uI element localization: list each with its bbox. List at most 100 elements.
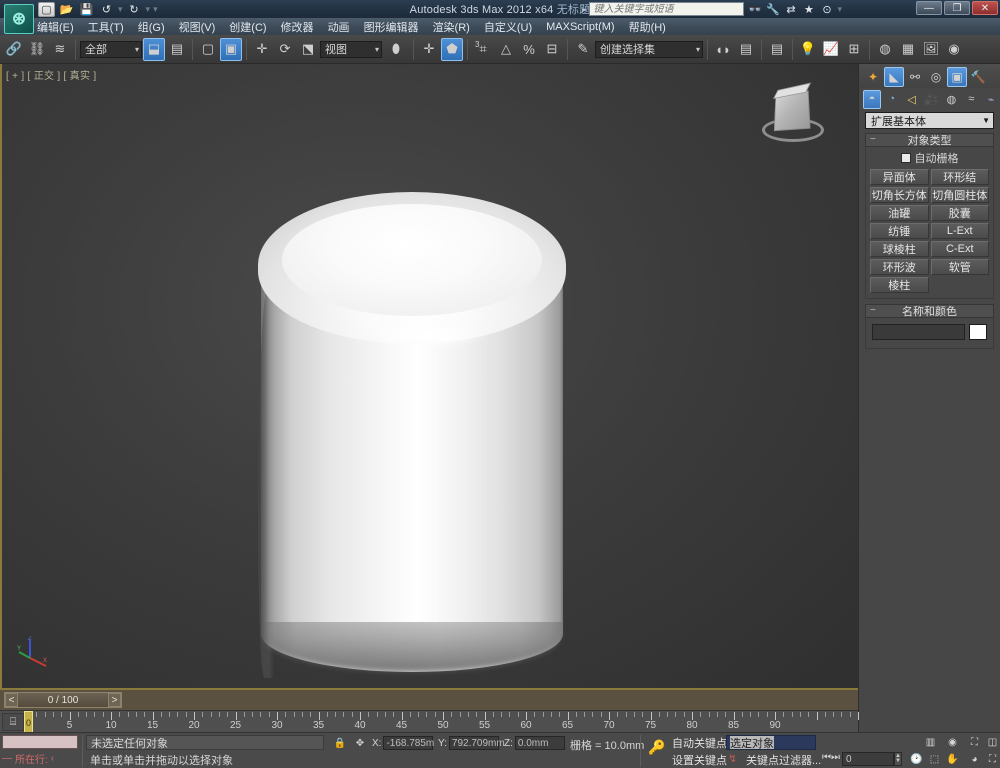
menu-modifiers[interactable]: 修改器 <box>274 18 321 36</box>
view-cube-box[interactable] <box>773 82 812 132</box>
selected-object-field[interactable]: 选定对象 <box>726 735 816 750</box>
open-mini-curve-editor-icon[interactable]: ⌸ <box>2 713 24 731</box>
set-key-button[interactable]: 设置关键点 <box>672 752 727 768</box>
menu-group[interactable]: 组(G) <box>131 18 172 36</box>
coordinate-z-value[interactable]: 0.0mm <box>514 736 565 750</box>
create-tab[interactable]: ✦ <box>863 67 883 87</box>
object-color-swatch[interactable] <box>969 324 987 340</box>
menu-graph-editors[interactable]: 图形编辑器 <box>357 18 426 36</box>
object-button-c-ext[interactable]: C-Ext <box>930 241 989 257</box>
time-configuration-icon[interactable]: 🕑 <box>908 752 925 767</box>
hierarchy-tab[interactable]: ⚯ <box>905 67 925 87</box>
time-slider-bar[interactable]: < 0 / 100 > <box>0 690 858 710</box>
current-frame-input[interactable]: 0 <box>842 752 894 766</box>
maxscript-output-field[interactable] <box>2 735 78 749</box>
display-tab[interactable]: ▣ <box>947 67 967 87</box>
align-icon[interactable]: ▤ <box>735 38 757 61</box>
viewport-label[interactable]: [ + ] [ 正交 ] [ 真实 ] <box>6 67 96 82</box>
window-crossing-toggle-icon[interactable]: ▣ <box>220 37 242 61</box>
zoom-region-icon[interactable]: ▥ <box>922 735 939 750</box>
frame-spinner[interactable]: ▲ ▼ <box>894 752 902 766</box>
space-warps-category-icon[interactable]: ≈ <box>962 90 980 109</box>
time-slider-handle[interactable]: < 0 / 100 > <box>4 692 122 708</box>
modify-tab[interactable]: ◣ <box>884 67 904 87</box>
object-button-chamfer-cylinder[interactable]: 切角圆柱体 <box>930 187 989 203</box>
autogrid-checkbox[interactable] <box>900 153 911 163</box>
object-button-gengon[interactable]: 球棱柱 <box>870 241 929 257</box>
helpers-category-icon[interactable]: ◍ <box>942 90 960 109</box>
maxscript-mini-listener[interactable]: — 所在行: ‹ <box>0 733 80 768</box>
coordinate-x[interactable]: X: -168.785m <box>372 736 434 750</box>
search-input[interactable] <box>589 2 745 16</box>
orbit-icon[interactable]: ◕ <box>966 752 983 767</box>
help-circle-icon[interactable]: ⊙ <box>819 2 834 16</box>
selection-lock-icon[interactable]: 🔒 <box>332 736 348 750</box>
wrench-icon[interactable]: 🔧 <box>765 2 780 16</box>
bind-to-space-warp-icon[interactable]: ≋ <box>49 38 71 61</box>
menu-maxscript[interactable]: MAXScript(M) <box>539 20 621 34</box>
selection-filter-dropdown[interactable]: 全部 ▾ <box>80 40 142 58</box>
coordinate-y[interactable]: Y: 792.709mm <box>438 736 505 750</box>
key-mode-toggle-icon[interactable]: ⬚ <box>926 752 943 767</box>
material-editor-icon[interactable]: ◍ <box>874 38 896 61</box>
maxscript-input-field[interactable]: — 所在行: ‹ <box>2 751 78 766</box>
menu-customize[interactable]: 自定义(U) <box>477 18 539 36</box>
select-object-icon[interactable]: ⬓ <box>143 37 165 61</box>
select-by-name-icon[interactable]: ▤ <box>166 38 188 61</box>
object-name-field[interactable] <box>872 324 965 340</box>
object-button-capsule[interactable]: 胶囊 <box>930 205 989 221</box>
menu-animation[interactable]: 动画 <box>321 18 357 36</box>
geometry-category-icon[interactable]: ◓ <box>863 89 881 109</box>
coordinate-y-value[interactable]: 792.709mm <box>448 736 505 750</box>
layer-manager-icon[interactable]: ▤ <box>766 38 788 61</box>
angle-snap-toggle-icon[interactable]: △ <box>495 38 517 61</box>
render-setup-icon[interactable]: ▦ <box>897 38 919 61</box>
object-button-oil-tank[interactable]: 油罐 <box>870 205 929 221</box>
collapse-icon[interactable]: − <box>870 134 876 145</box>
systems-category-icon[interactable]: ⌁ <box>982 90 1000 109</box>
maximize-button[interactable]: ❐ <box>944 1 970 15</box>
menu-tools[interactable]: 工具(T) <box>81 18 131 36</box>
menu-edit[interactable]: 编辑(E) <box>30 18 81 36</box>
previous-frame-arrow[interactable]: < <box>5 693 18 707</box>
set-key-arrow-icon[interactable]: ↯ <box>728 752 737 765</box>
object-type-rollout-header[interactable]: − 对象类型 <box>865 133 994 147</box>
reference-coordinate-dropdown[interactable]: 视图 ▾ <box>320 40 382 58</box>
view-cube[interactable] <box>756 82 828 148</box>
schematic-view-icon[interactable]: ⊞ <box>843 38 865 61</box>
key-toggle-icon[interactable]: 🔑 <box>648 739 665 756</box>
menu-create[interactable]: 创建(C) <box>222 18 273 36</box>
object-button-spindle[interactable]: 纺锤 <box>870 223 929 239</box>
pan-view-icon[interactable]: ✋ <box>944 752 961 767</box>
close-button[interactable]: ✕ <box>972 1 998 15</box>
object-button-torus-knot[interactable]: 环形结 <box>930 169 989 185</box>
utilities-tab[interactable]: 🔨 <box>968 67 988 87</box>
frame-nav-icon[interactable]: ⏮⏭ <box>822 752 840 763</box>
binoculars-icon[interactable]: 👓 <box>747 2 762 16</box>
minimize-button[interactable]: — <box>916 1 942 15</box>
object-button-hose[interactable]: 软管 <box>930 259 989 275</box>
menu-help[interactable]: 帮助(H) <box>622 18 673 36</box>
chamfer-cylinder-mesh[interactable] <box>258 192 566 682</box>
object-button-prism[interactable]: 棱柱 <box>870 277 929 293</box>
select-and-link-icon[interactable]: 🔗 <box>3 38 25 61</box>
key-filters-button[interactable]: 关键点过滤器... <box>746 752 821 768</box>
snaps-toggle-icon[interactable]: 3 ⌗ <box>472 38 494 61</box>
track-bar[interactable]: ⌸ 0 5 10 15 20 25 30 35 40 45 50 55 60 65 70 75 80 85 90 0 <box>0 710 859 733</box>
spinner-snap-toggle-icon[interactable]: ⊟ <box>541 38 563 61</box>
select-and-rotate-icon[interactable]: ⟳ <box>274 38 296 61</box>
zoom-extents-icon[interactable]: ◉ <box>944 735 961 750</box>
coordinate-x-value[interactable]: -168.785m <box>383 736 434 750</box>
object-button-hedra[interactable]: 异面体 <box>870 169 929 185</box>
track-bar-frame-marker[interactable]: 0 <box>24 711 33 733</box>
unlink-selection-icon[interactable]: ⛓ <box>26 38 48 61</box>
app-logo-icon[interactable]: ⊛ <box>4 4 34 34</box>
object-button-chamfer-box[interactable]: 切角长方体 <box>870 187 929 203</box>
percent-snap-toggle-icon[interactable]: % <box>518 38 540 61</box>
rectangular-selection-region-icon[interactable]: ▢ <box>197 38 219 61</box>
mirror-icon[interactable]: ◖◗ <box>712 38 734 61</box>
render-production-icon[interactable]: ◉ <box>943 38 965 61</box>
exchange-icon[interactable]: ⇄ <box>783 2 798 16</box>
maximize-viewport-toggle-icon[interactable]: ⛶ <box>984 752 1000 767</box>
track-bar-ruler[interactable]: 0 5 10 15 20 25 30 35 40 45 50 55 60 65 70 75 80 85 90 <box>25 711 859 733</box>
